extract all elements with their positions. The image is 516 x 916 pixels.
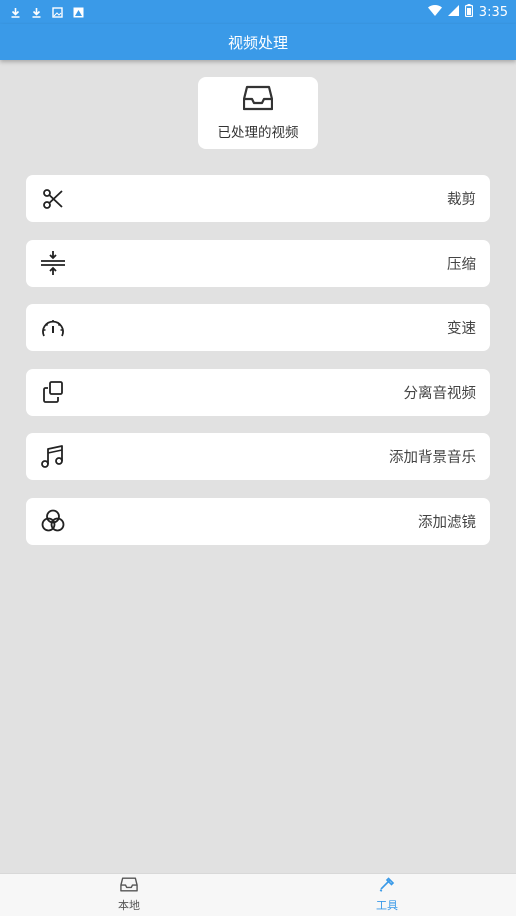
copy-icon bbox=[40, 379, 66, 405]
download-icon bbox=[10, 7, 21, 18]
tab-tools[interactable]: 工具 bbox=[258, 874, 516, 916]
tool-menu: 裁剪 压缩 变速 分离音视频 添加背景音乐 添加滤镜 bbox=[26, 175, 490, 562]
compress-icon bbox=[40, 250, 66, 276]
menu-item-compress[interactable]: 压缩 bbox=[26, 239, 490, 287]
menu-item-add-filter[interactable]: 添加滤镜 bbox=[26, 497, 490, 545]
menu-item-label: 裁剪 bbox=[447, 192, 476, 208]
tab-label: 本地 bbox=[118, 899, 140, 912]
inbox-icon bbox=[242, 85, 274, 115]
signal-icon bbox=[447, 4, 459, 20]
page-title: 视频处理 bbox=[227, 33, 288, 52]
notification-icons bbox=[10, 6, 84, 18]
image-icon bbox=[52, 6, 63, 18]
menu-item-speed[interactable]: 变速 bbox=[26, 304, 490, 351]
menu-item-label: 压缩 bbox=[447, 256, 476, 273]
app-bar: 视频处理 bbox=[0, 24, 516, 60]
battery-icon bbox=[464, 3, 473, 21]
clock: 3:35 bbox=[478, 4, 508, 20]
music-note-icon bbox=[40, 444, 66, 470]
processed-videos-button[interactable]: 已处理的视频 bbox=[198, 77, 318, 149]
menu-item-crop[interactable]: 裁剪 bbox=[26, 175, 490, 222]
inbox-icon bbox=[120, 877, 138, 895]
menu-item-add-music[interactable]: 添加背景音乐 bbox=[26, 433, 490, 480]
download-icon bbox=[31, 7, 42, 18]
tools-icon bbox=[378, 877, 396, 895]
menu-item-label: 变速 bbox=[447, 321, 476, 337]
menu-item-label: 添加滤镜 bbox=[418, 514, 476, 531]
filter-icon bbox=[40, 508, 66, 534]
tab-local[interactable]: 本地 bbox=[0, 874, 258, 916]
photo-icon bbox=[73, 7, 84, 18]
bottom-nav: 本地 工具 bbox=[0, 873, 516, 916]
tab-label: 工具 bbox=[376, 899, 398, 912]
scissors-icon bbox=[40, 186, 66, 212]
wifi-icon bbox=[427, 4, 442, 20]
status-bar: 3:35 bbox=[0, 0, 516, 24]
menu-item-label: 分离音视频 bbox=[403, 385, 477, 402]
processed-videos-label: 已处理的视频 bbox=[217, 125, 299, 141]
menu-item-label: 添加背景音乐 bbox=[389, 450, 476, 466]
speedometer-icon bbox=[40, 315, 66, 341]
system-indicators: 3:35 bbox=[427, 3, 508, 21]
menu-item-separate-av[interactable]: 分离音视频 bbox=[26, 368, 490, 416]
